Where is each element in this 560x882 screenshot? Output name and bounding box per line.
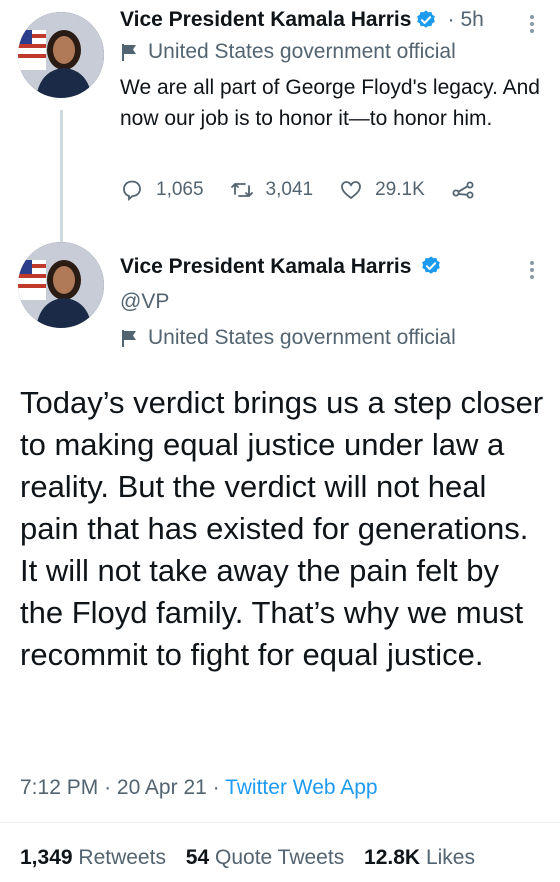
- divider: [0, 822, 560, 823]
- retweet-button[interactable]: 3,041: [230, 178, 314, 202]
- quotes-label: Quote Tweets: [215, 846, 345, 869]
- author-name[interactable]: Vice President Kamala Harris: [120, 255, 411, 278]
- flag-icon: [122, 44, 136, 61]
- tweet1-header: Vice President Kamala Harris · 5h: [120, 8, 540, 32]
- share-icon: [452, 181, 474, 199]
- likes-stat[interactable]: 12.8K Likes: [364, 846, 489, 869]
- avatar[interactable]: [18, 12, 104, 98]
- heart-icon: [341, 181, 361, 200]
- retweets-label: Retweets: [78, 846, 166, 869]
- tweet-date[interactable]: 20 Apr 21: [117, 776, 207, 799]
- thread-line: [60, 110, 63, 242]
- quotes-stat[interactable]: 54 Quote Tweets: [186, 846, 358, 869]
- tweet-text: We are all part of George Floyd's legacy…: [120, 76, 540, 130]
- author-handle[interactable]: @VP: [120, 290, 169, 314]
- avatar[interactable]: [18, 242, 104, 328]
- flag-icon: [122, 330, 136, 347]
- retweet-icon: [230, 183, 253, 197]
- separator-dot: ·: [447, 8, 455, 31]
- more-options-icon[interactable]: [522, 12, 542, 36]
- retweets-stat[interactable]: 1,349 Retweets: [20, 846, 180, 869]
- share-button[interactable]: [451, 178, 487, 202]
- verified-badge-icon: [422, 256, 440, 274]
- likes-label: Likes: [425, 846, 475, 869]
- government-label: United States government official: [120, 40, 456, 64]
- tweet-time[interactable]: 5h: [460, 8, 483, 32]
- likes-count: 12.8K: [364, 846, 421, 869]
- verified-badge-icon: [417, 10, 436, 28]
- author-name[interactable]: Vice President Kamala Harris: [120, 8, 411, 32]
- government-label: United States government official: [120, 326, 456, 350]
- reply-button[interactable]: 1,065: [120, 178, 204, 202]
- government-label-text: United States government official: [148, 40, 456, 63]
- tweet-text: Today’s verdict brings us a step closer …: [20, 385, 544, 672]
- like-button[interactable]: 29.1K: [339, 178, 425, 202]
- tweet2-header: Vice President Kamala Harris: [120, 255, 442, 279]
- reply-count: 1,065: [156, 179, 204, 200]
- quotes-count: 54: [185, 846, 210, 869]
- source-app-link[interactable]: Twitter Web App: [225, 776, 378, 799]
- reply-icon: [123, 180, 141, 201]
- tweet-stats: 1,349 Retweets 54 Quote Tweets 12.8K Lik…: [20, 846, 489, 870]
- tweet-time[interactable]: 7:12 PM: [20, 776, 98, 799]
- tweet-actions: 1,065 3,041 29.1K: [120, 178, 513, 202]
- retweet-count: 3,041: [265, 179, 314, 200]
- more-options-icon[interactable]: [522, 258, 542, 282]
- separator-dot: ·: [104, 776, 117, 799]
- separator-dot: ·: [212, 776, 226, 799]
- government-label-text: United States government official: [148, 326, 456, 349]
- like-count: 29.1K: [375, 179, 425, 200]
- retweets-count: 1,349: [20, 846, 73, 869]
- tweet-meta: 7:12 PM · 20 Apr 21 · Twitter Web App: [20, 776, 378, 800]
